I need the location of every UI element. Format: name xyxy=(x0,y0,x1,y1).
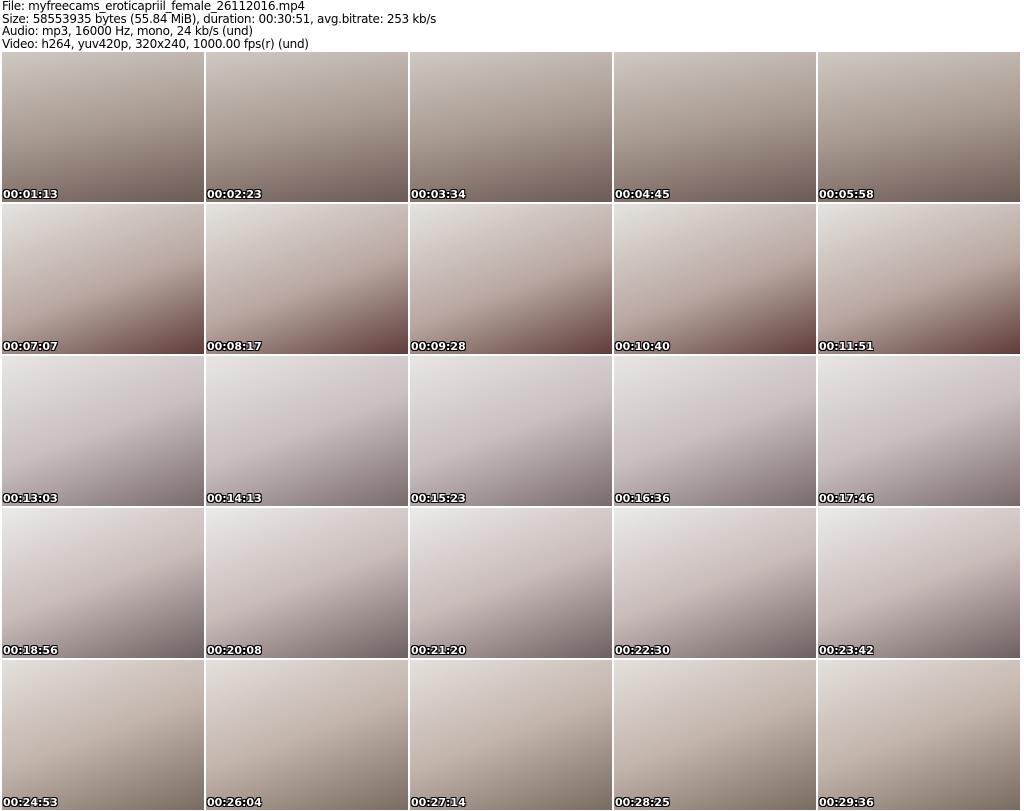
thumbnail-timestamp: 00:26:04 xyxy=(207,796,262,809)
thumbnail-timestamp: 00:21:20 xyxy=(411,644,466,657)
thumbnail-timestamp: 00:24:53 xyxy=(3,796,58,809)
thumbnail-timestamp: 00:04:45 xyxy=(615,188,670,201)
thumbnail-timestamp: 00:13:03 xyxy=(3,492,58,505)
thumbnail-timestamp: 00:17:46 xyxy=(819,492,874,505)
video-thumbnail: 00:09:28 xyxy=(410,204,612,354)
thumbnail-timestamp: 00:22:30 xyxy=(615,644,670,657)
video-thumbnail: 00:01:13 xyxy=(2,52,204,202)
video-thumbnail: 00:08:17 xyxy=(206,204,408,354)
thumbnail-grid: 00:01:13 00:02:23 00:03:34 00:04:45 00:05:58… xyxy=(2,52,1020,810)
video-thumbnail: 00:22:30 xyxy=(614,508,816,658)
video-thumbnail: 00:11:51 xyxy=(818,204,1020,354)
video-thumbnail: 00:10:40 xyxy=(614,204,816,354)
thumbnail-timestamp: 00:08:17 xyxy=(207,340,262,353)
thumbnail-timestamp: 00:16:36 xyxy=(615,492,670,505)
thumbnail-timestamp: 00:15:23 xyxy=(411,492,466,505)
video-info: Video: h264, yuv420p, 320x240, 1000.00 f… xyxy=(2,36,309,51)
video-thumbnail: 00:29:36 xyxy=(818,660,1020,810)
video-thumbnail: 00:16:36 xyxy=(614,356,816,506)
video-thumbnail: 00:15:23 xyxy=(410,356,612,506)
video-thumbnail: 00:28:25 xyxy=(614,660,816,810)
video-thumbnail: 00:14:13 xyxy=(206,356,408,506)
thumbnail-timestamp: 00:29:36 xyxy=(819,796,874,809)
thumbnail-timestamp: 00:11:51 xyxy=(819,340,874,353)
video-thumbnail: 00:03:34 xyxy=(410,52,612,202)
video-thumbnail: 00:02:23 xyxy=(206,52,408,202)
video-thumbnail: 00:05:58 xyxy=(818,52,1020,202)
video-thumbnail: 00:13:03 xyxy=(2,356,204,506)
video-thumbnail: 00:26:04 xyxy=(206,660,408,810)
thumbnail-timestamp: 00:03:34 xyxy=(411,188,466,201)
video-thumbnail: 00:20:08 xyxy=(206,508,408,658)
thumbnail-timestamp: 00:07:07 xyxy=(3,340,58,353)
thumbnail-timestamp: 00:14:13 xyxy=(207,492,262,505)
video-thumbnail: 00:04:45 xyxy=(614,52,816,202)
thumbnail-timestamp: 00:01:13 xyxy=(3,188,58,201)
thumbnail-timestamp: 00:05:58 xyxy=(819,188,874,201)
thumbnail-timestamp: 00:02:23 xyxy=(207,188,262,201)
video-thumbnail: 00:27:14 xyxy=(410,660,612,810)
file-name: File: myfreecams_eroticapriil_female_261… xyxy=(2,0,305,13)
thumbnail-timestamp: 00:18:56 xyxy=(3,644,58,657)
video-thumbnail: 00:23:42 xyxy=(818,508,1020,658)
thumbnail-timestamp: 00:10:40 xyxy=(615,340,670,353)
video-thumbnail: 00:21:20 xyxy=(410,508,612,658)
thumbnail-timestamp: 00:09:28 xyxy=(411,340,466,353)
video-thumbnail: 00:24:53 xyxy=(2,660,204,810)
thumbnail-timestamp: 00:28:25 xyxy=(615,796,670,809)
video-thumbnail: 00:07:07 xyxy=(2,204,204,354)
video-thumbnail: 00:18:56 xyxy=(2,508,204,658)
thumbnail-timestamp: 00:23:42 xyxy=(819,644,874,657)
thumbnail-timestamp: 00:20:08 xyxy=(207,644,262,657)
file-info-header: File: myfreecams_eroticapriil_female_261… xyxy=(2,0,436,50)
thumbnail-timestamp: 00:27:14 xyxy=(411,796,466,809)
video-thumbnail: 00:17:46 xyxy=(818,356,1020,506)
audio-info: Audio: mp3, 16000 Hz, mono, 24 kb/s (und… xyxy=(2,24,253,38)
